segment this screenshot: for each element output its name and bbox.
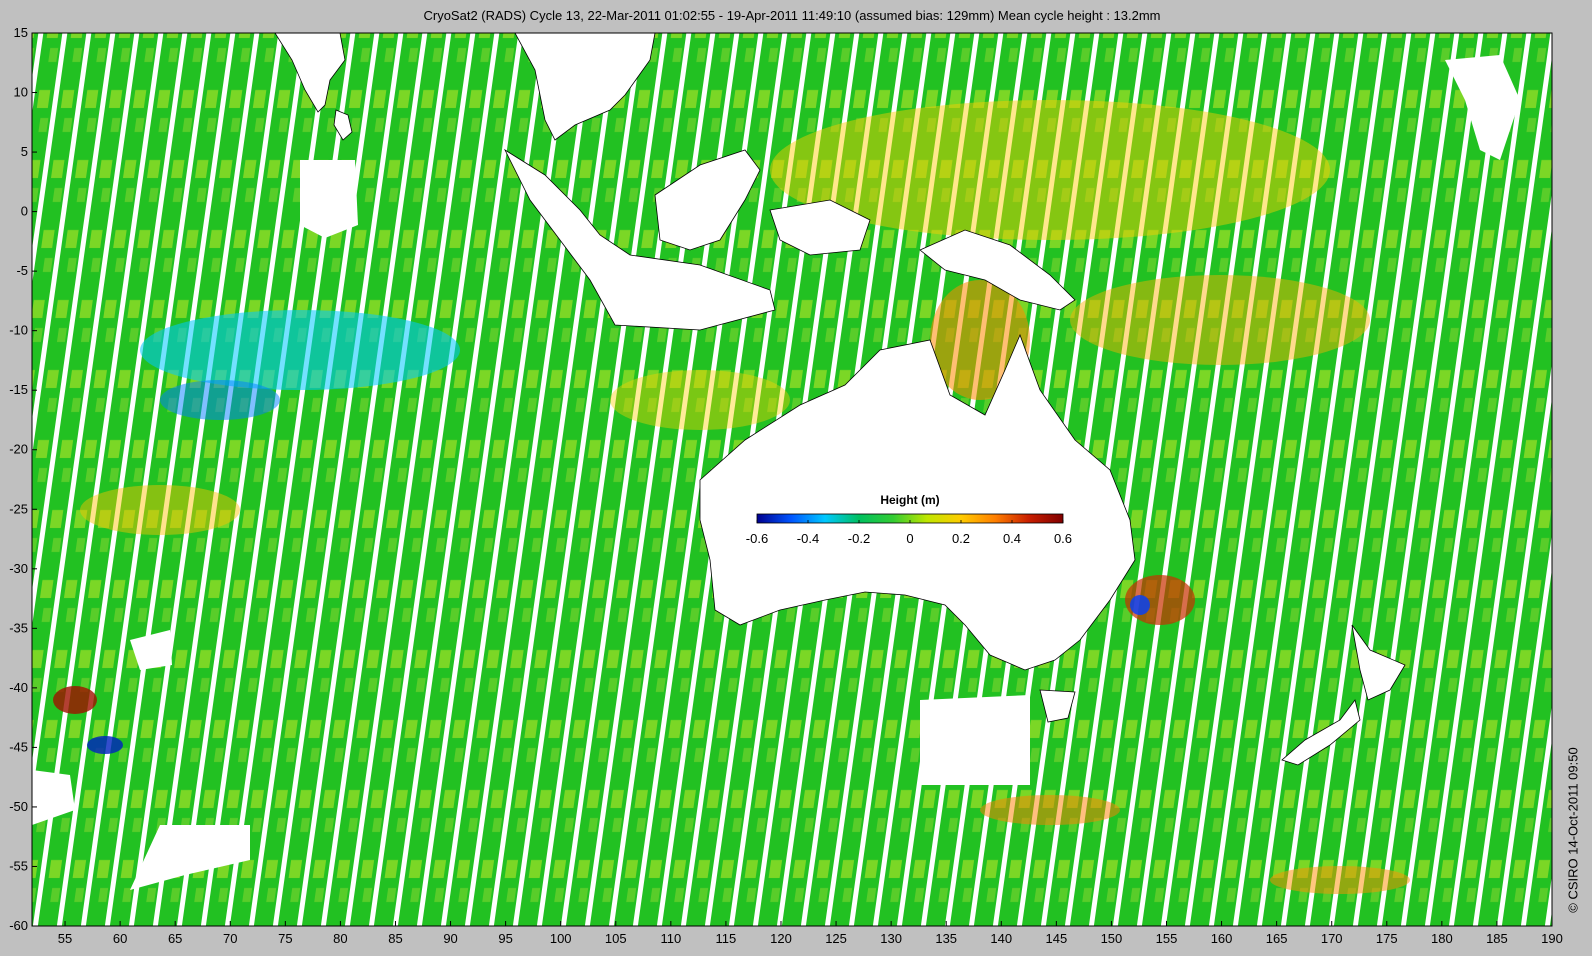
y-tick-label: 10 <box>14 85 28 100</box>
y-tick-label: -5 <box>16 263 28 278</box>
x-tick-label: 75 <box>278 931 292 946</box>
y-tick-label: -25 <box>9 501 28 516</box>
warm-anomaly-patch <box>610 370 790 430</box>
y-tick-label: -40 <box>9 680 28 695</box>
figure: 55 60 65 70 75 80 85 90 95 100 105 110 115 120 125 130 1… <box>9 25 1563 946</box>
colorbar-tick-label: 0.6 <box>1054 531 1072 546</box>
x-tick-label: 150 <box>1101 931 1123 946</box>
x-tick-label: 175 <box>1376 931 1398 946</box>
y-tick-label: 5 <box>21 144 28 159</box>
x-tick-label: 65 <box>168 931 182 946</box>
cool-anomaly-patch <box>160 380 280 420</box>
cool-anomaly-patch <box>87 736 123 754</box>
y-tick-label: -55 <box>9 858 28 873</box>
x-tick-label: 145 <box>1045 931 1067 946</box>
cool-anomaly-patch <box>1130 595 1150 615</box>
x-tick-label: 110 <box>660 931 681 946</box>
warm-anomaly-patch <box>53 686 97 714</box>
y-tick-label: 0 <box>21 204 28 219</box>
data-gap <box>920 695 1030 785</box>
cool-anomaly-patch <box>140 310 460 390</box>
colorbar-tick-label: 0 <box>906 531 913 546</box>
x-tick-label: 55 <box>58 931 72 946</box>
x-tick-label: 135 <box>935 931 957 946</box>
y-tick-label: -50 <box>9 799 28 814</box>
y-tick-label: -20 <box>9 442 28 457</box>
x-tick-label: 100 <box>550 931 572 946</box>
colorbar-title: Height (m) <box>880 493 939 507</box>
colorbar-tick-label: -0.2 <box>848 531 870 546</box>
y-tick-label: -15 <box>9 382 28 397</box>
x-tick-label: 80 <box>333 931 347 946</box>
x-tick-label: 105 <box>605 931 627 946</box>
colorbar-tick-label: 0.4 <box>1003 531 1021 546</box>
y-tick-label: -45 <box>9 739 28 754</box>
x-tick-label: 190 <box>1541 931 1563 946</box>
x-tick-label: 180 <box>1431 931 1453 946</box>
x-tick-label: 70 <box>223 931 237 946</box>
colorbar-tick-label: -0.6 <box>746 531 768 546</box>
x-tick-label: 185 <box>1486 931 1508 946</box>
plot-title: CryoSat2 (RADS) Cycle 13, 22-Mar-2011 01… <box>423 8 1161 23</box>
warm-anomaly-patch <box>980 795 1120 825</box>
x-tick-label: 95 <box>498 931 512 946</box>
x-tick-label: 85 <box>388 931 402 946</box>
warm-anomaly-patch <box>1270 866 1410 894</box>
x-tick-label: 90 <box>443 931 457 946</box>
x-tick-label: 115 <box>716 931 737 946</box>
x-tick-label: 140 <box>990 931 1012 946</box>
y-tick-label: -30 <box>9 561 28 576</box>
x-tick-label: 60 <box>113 931 127 946</box>
colorbar-tick-label: 0.2 <box>952 531 970 546</box>
colorbar-tick-label: -0.4 <box>797 531 819 546</box>
warm-anomaly-patch <box>80 485 240 535</box>
x-tick-label: 165 <box>1266 931 1288 946</box>
credit-label: © CSIRO 14-Oct-2011 09:50 <box>1565 747 1581 913</box>
x-tick-label: 125 <box>825 931 847 946</box>
data-gap <box>300 160 358 238</box>
y-tick-label: 15 <box>14 25 28 40</box>
x-tick-label: 155 <box>1156 931 1178 946</box>
x-tick-label: 130 <box>880 931 902 946</box>
x-tick-label: 170 <box>1321 931 1343 946</box>
warm-anomaly-patch <box>1070 275 1370 365</box>
y-tick-label: -60 <box>9 918 28 933</box>
y-tick-label: -10 <box>9 323 28 338</box>
y-tick-label: -35 <box>9 620 28 635</box>
x-tick-label: 160 <box>1211 931 1233 946</box>
x-tick-label: 120 <box>770 931 792 946</box>
